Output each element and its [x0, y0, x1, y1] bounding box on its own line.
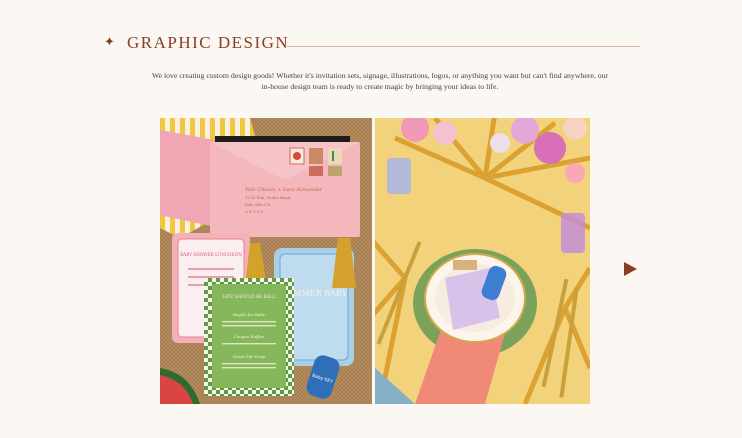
envelope-address-line3: Palo Alto CA [245, 202, 270, 207]
table-setting-illustration [375, 118, 590, 404]
gallery-image-stationery[interactable]: Yuki Chavez + Lara Alexandar 1230 Wm. No… [160, 118, 372, 404]
envelope-address-line4: 9 4 3 0 6 [245, 209, 263, 214]
envelope-address-line1: Yuki Chavez + Lara Alexandar [245, 187, 323, 193]
section-header: ✦ GRAPHIC DESIGN [104, 33, 644, 58]
section-description: We love creating custom design goods! Wh… [151, 71, 609, 91]
card-green-title: LIFE SHOULD BE BALL [222, 295, 275, 300]
card-pink-title: BABY SHOWER LUNCHEON [180, 252, 242, 257]
stationery-illustration: Yuki Chavez + Lara Alexandar 1230 Wm. No… [160, 118, 372, 404]
sparkle-icon: ✦ [104, 35, 115, 50]
image-gallery: Yuki Chavez + Lara Alexandar 1230 Wm. No… [160, 118, 590, 404]
envelope-address-line2: 1230 Wm. Nobis Road [245, 195, 291, 200]
card-green-section-2: Coupon Raffles [234, 334, 265, 339]
gallery-image-table-setting[interactable] [375, 118, 590, 404]
gallery-next-arrow-icon[interactable] [624, 262, 637, 276]
section-title: GRAPHIC DESIGN [127, 33, 290, 52]
card-green-section-3: Great Gift Swap [233, 354, 266, 359]
card-green-section-1: Bagels for Babe [232, 312, 266, 317]
header-divider [285, 46, 640, 47]
